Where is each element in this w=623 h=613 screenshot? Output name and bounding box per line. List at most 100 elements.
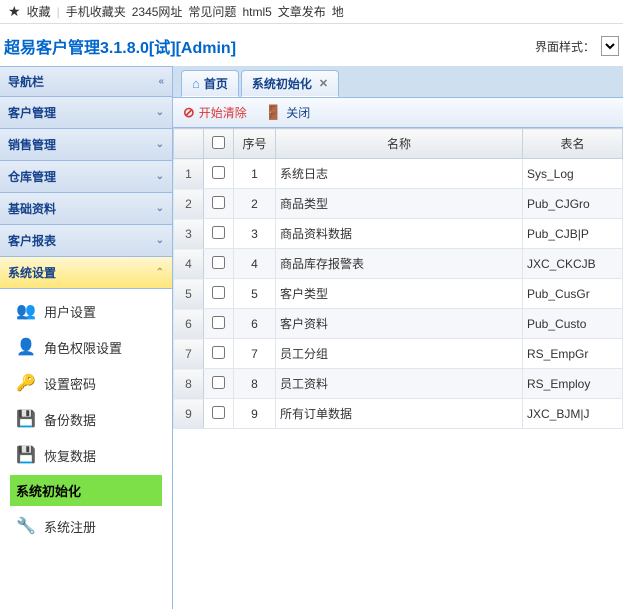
collapse-icon[interactable]: « — [158, 76, 164, 87]
home-icon: ⌂ — [192, 76, 200, 91]
row-checkbox[interactable] — [212, 286, 225, 299]
bookmark-item[interactable]: 2345网址 — [132, 3, 183, 20]
row-table: Pub_CJGro — [523, 189, 623, 219]
row-seq: 9 — [234, 399, 276, 429]
nav-section-report[interactable]: 客户报表 ⌄ — [0, 225, 172, 257]
bookmark-item[interactable]: 常见问题 — [188, 3, 236, 20]
submenu-role-perms[interactable]: 👤 角色权限设置 — [0, 329, 172, 365]
table-row[interactable]: 44商品库存报警表JXC_CKCJB — [174, 249, 623, 279]
submenu-password[interactable]: 🔑 设置密码 — [0, 365, 172, 401]
bookmark-item[interactable]: 地 — [332, 3, 344, 20]
row-checkbox-cell — [204, 189, 234, 219]
select-all-checkbox[interactable] — [212, 136, 225, 149]
content-area: ⌂ 首页 系统初始化 ✕ ⊘ 开始清除 🚪 关闭 — [173, 66, 623, 609]
nav-title: 导航栏 — [8, 73, 44, 90]
bookmark-item[interactable]: html5 — [242, 5, 271, 19]
row-checkbox[interactable] — [212, 316, 225, 329]
row-seq: 4 — [234, 249, 276, 279]
row-name: 客户类型 — [276, 279, 523, 309]
table-row[interactable]: 11系统日志Sys_Log — [174, 159, 623, 189]
row-table: Sys_Log — [523, 159, 623, 189]
submenu-user-settings[interactable]: 👥 用户设置 — [0, 293, 172, 329]
table-row[interactable]: 77员工分组RS_EmpGr — [174, 339, 623, 369]
table-row[interactable]: 66客户资料Pub_Custo — [174, 309, 623, 339]
row-seq: 8 — [234, 369, 276, 399]
row-name: 系统日志 — [276, 159, 523, 189]
row-table: Pub_Custo — [523, 309, 623, 339]
row-table: RS_Employ — [523, 369, 623, 399]
fav-label[interactable]: 收藏 — [27, 3, 51, 20]
table-row[interactable]: 88员工资料RS_Employ — [174, 369, 623, 399]
style-select[interactable] — [601, 36, 619, 56]
row-checkbox-cell — [204, 399, 234, 429]
star-icon: ★ — [8, 3, 21, 20]
row-name: 员工资料 — [276, 369, 523, 399]
row-name: 商品资料数据 — [276, 219, 523, 249]
toolbar: ⊘ 开始清除 🚪 关闭 — [173, 98, 623, 128]
submenu-register[interactable]: 🔧 系统注册 — [0, 508, 172, 544]
row-checkbox[interactable] — [212, 226, 225, 239]
row-table: RS_EmpGr — [523, 339, 623, 369]
users-icon: 👥 — [16, 301, 36, 321]
bookmark-item[interactable]: 手机收藏夹 — [66, 3, 126, 20]
submenu-restore[interactable]: 💾 恢复数据 — [0, 437, 172, 473]
row-table: Pub_CusGr — [523, 279, 623, 309]
row-checkbox[interactable] — [212, 256, 225, 269]
row-checkbox-cell — [204, 279, 234, 309]
start-clear-button[interactable]: ⊘ 开始清除 — [183, 104, 247, 121]
nav-section-customer[interactable]: 客户管理 ⌄ — [0, 97, 172, 129]
row-checkbox[interactable] — [212, 406, 225, 419]
row-number: 9 — [174, 399, 204, 429]
nav-section-basic[interactable]: 基础资料 ⌄ — [0, 193, 172, 225]
bookmark-item[interactable]: 文章发布 — [278, 3, 326, 20]
chevron-down-icon: ⌄ — [156, 139, 164, 150]
row-number: 5 — [174, 279, 204, 309]
clear-icon: ⊘ — [183, 104, 195, 121]
close-icon[interactable]: ✕ — [319, 77, 328, 90]
checkbox-header[interactable] — [204, 129, 234, 159]
sidebar: 导航栏 « 客户管理 ⌄ 销售管理 ⌄ 仓库管理 ⌄ 基础资料 ⌄ 客户报表 ⌄… — [0, 66, 173, 609]
row-number: 6 — [174, 309, 204, 339]
row-name: 客户资料 — [276, 309, 523, 339]
seq-header[interactable]: 序号 — [234, 129, 276, 159]
table-row[interactable]: 55客户类型Pub_CusGr — [174, 279, 623, 309]
table-row[interactable]: 99所有订单数据JXC_BJM|J — [174, 399, 623, 429]
nav-section-warehouse[interactable]: 仓库管理 ⌄ — [0, 161, 172, 193]
row-checkbox[interactable] — [212, 196, 225, 209]
register-icon: 🔧 — [16, 516, 36, 536]
door-icon: 🚪 — [265, 104, 282, 121]
row-checkbox[interactable] — [212, 346, 225, 359]
chevron-down-icon: ⌄ — [156, 171, 164, 182]
submenu: 👥 用户设置 👤 角色权限设置 🔑 设置密码 💾 备份数据 💾 恢复数据 系统初… — [0, 289, 172, 548]
row-name: 商品类型 — [276, 189, 523, 219]
name-header[interactable]: 名称 — [276, 129, 523, 159]
data-grid: 序号 名称 表名 11系统日志Sys_Log22商品类型Pub_CJGro33商… — [173, 128, 623, 609]
table-header[interactable]: 表名 — [523, 129, 623, 159]
app-header: 超易客户管理3.1.8.0[试][Admin] 界面样式： — [0, 24, 623, 66]
submenu-backup[interactable]: 💾 备份数据 — [0, 401, 172, 437]
row-table: JXC_CKCJB — [523, 249, 623, 279]
row-seq: 1 — [234, 159, 276, 189]
row-number-header — [174, 129, 204, 159]
submenu-system-init[interactable]: 系统初始化 — [10, 475, 162, 506]
nav-section-sales[interactable]: 销售管理 ⌄ — [0, 129, 172, 161]
row-checkbox[interactable] — [212, 376, 225, 389]
row-checkbox[interactable] — [212, 166, 225, 179]
tab-system-init[interactable]: 系统初始化 ✕ — [241, 70, 339, 97]
row-number: 3 — [174, 219, 204, 249]
table-row[interactable]: 33商品资料数据Pub_CJB|P — [174, 219, 623, 249]
row-checkbox-cell — [204, 369, 234, 399]
row-number: 1 — [174, 159, 204, 189]
close-button[interactable]: 🚪 关闭 — [265, 104, 310, 121]
row-checkbox-cell — [204, 309, 234, 339]
nav-header: 导航栏 « — [0, 66, 172, 97]
chevron-down-icon: ⌄ — [156, 235, 164, 246]
style-label: 界面样式： — [535, 38, 595, 55]
row-number: 4 — [174, 249, 204, 279]
nav-section-system[interactable]: 系统设置 ⌃ — [0, 257, 172, 289]
tab-home[interactable]: ⌂ 首页 — [181, 70, 239, 97]
table-row[interactable]: 22商品类型Pub_CJGro — [174, 189, 623, 219]
row-number: 8 — [174, 369, 204, 399]
row-number: 2 — [174, 189, 204, 219]
row-seq: 2 — [234, 189, 276, 219]
